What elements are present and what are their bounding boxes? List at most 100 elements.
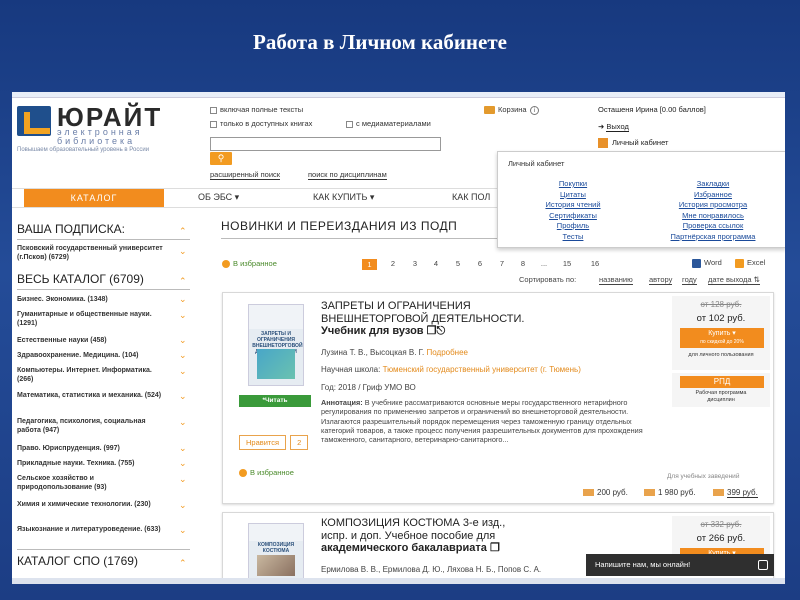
menu-item-favorites[interactable]: Избранное <box>658 190 768 201</box>
site-logo[interactable]: ЮРАЙТ электронная библиотека Повышаем обр… <box>17 102 207 153</box>
nav-how-to-buy[interactable]: КАК КУПИТЬ ▾ <box>313 192 374 203</box>
catalog-item[interactable]: Естественные науки (458) <box>17 336 167 345</box>
menu-item-purchases[interactable]: Покупки <box>528 179 618 190</box>
personal-cabinet-button[interactable]: Личный кабинет <box>598 138 668 149</box>
browser-toolbar <box>12 92 785 98</box>
buy-button[interactable]: Купить ▾ по скидкой до 20% <box>680 328 764 348</box>
menu-item-tests[interactable]: Тесты <box>528 232 618 243</box>
copy-icon[interactable]: ❐ <box>427 325 437 337</box>
subscription-item[interactable]: Псковский государственный университет (г… <box>17 244 167 262</box>
export-word[interactable]: Word <box>692 258 722 268</box>
chevron-down-icon[interactable]: ⌄ <box>179 295 188 304</box>
chevron-down-icon[interactable]: ⌄ <box>179 351 188 360</box>
price-option[interactable]: 1 980 руб. <box>644 488 696 497</box>
page-16[interactable]: 16 <box>588 259 602 268</box>
rpd-button[interactable]: РПД <box>680 376 764 388</box>
page-1[interactable]: 1 <box>362 259 377 270</box>
search-input[interactable] <box>210 137 441 151</box>
personal-use-note: для личного пользования <box>688 352 754 358</box>
chevron-down-icon[interactable]: ⌄ <box>179 501 188 510</box>
advanced-search-link[interactable]: расширенный поиск <box>210 170 281 180</box>
catalog-item[interactable]: Гуманитарные и общественные науки. (1291… <box>17 310 167 328</box>
menu-item-link-check[interactable]: Проверка ссылок <box>658 221 768 232</box>
menu-item-profile[interactable]: Профиль <box>528 221 618 232</box>
menu-item-liked[interactable]: Мне понравилось <box>658 211 768 222</box>
catalog-item[interactable]: Здравоохранение. Медицина. (104) <box>17 351 167 360</box>
book-title[interactable]: КОМПОЗИЦИЯ КОСТЮМА 3-е изд., испр. и доп… <box>321 517 505 555</box>
catalog-item[interactable]: Компьютеры. Интернет. Информатика. (266) <box>17 366 167 384</box>
page-15[interactable]: 15 <box>560 259 574 268</box>
divider <box>17 289 190 290</box>
page-6[interactable]: 6 <box>475 259 485 268</box>
menu-item-certificates[interactable]: Сертификаты <box>528 211 618 222</box>
read-button[interactable]: *Читать <box>239 395 311 407</box>
chevron-down-icon[interactable]: ⌄ <box>179 444 188 453</box>
sort-by-year[interactable]: году <box>682 275 697 285</box>
catalog-item[interactable]: Прикладные науки. Техника. (755) <box>17 459 167 468</box>
search-icon: ⚲ <box>217 153 225 163</box>
menu-item-partner-program[interactable]: Партнёрская программа <box>658 232 768 243</box>
catalog-item[interactable]: Право. Юриспруденция. (997) <box>17 444 167 453</box>
user-name: Осташеня Ирина [0.00 баллов] <box>598 105 706 114</box>
chevron-up-icon[interactable]: ⌃ <box>179 227 188 236</box>
page-5[interactable]: 5 <box>453 259 463 268</box>
sort-by-title[interactable]: названию <box>599 275 633 285</box>
catalog-item[interactable]: Языкознание и литературоведение. (633) <box>17 525 167 534</box>
logout-link[interactable]: ➜ Выход <box>598 122 629 132</box>
full-text-checkbox[interactable]: включая полные тексты <box>210 105 303 114</box>
chevron-down-icon[interactable]: ⌄ <box>179 336 188 345</box>
chevron-down-icon[interactable]: ⌄ <box>179 475 188 484</box>
book-cover[interactable]: ЗАПРЕТЫ И ОГРАНИЧЕНИЯ ВНЕШНЕТОРГОВОЙ ДЕЯ… <box>248 304 304 386</box>
book-card: ЗАПРЕТЫ И ОГРАНИЧЕНИЯ ВНЕШНЕТОРГОВОЙ ДЕЯ… <box>222 292 774 504</box>
book-cover[interactable]: КОМПОЗИЦИЯ КОСТЮМА <box>248 523 304 581</box>
audio-icon[interactable]: ⎋ <box>436 325 445 337</box>
catalog-item[interactable]: Сельское хозяйство и природопользование … <box>17 474 167 492</box>
school-link[interactable]: Тюменский государственный университет (г… <box>383 365 581 374</box>
details-link[interactable]: Подробнее <box>427 348 469 357</box>
menu-item-view-history[interactable]: История просмотра <box>658 200 768 211</box>
chevron-down-icon[interactable]: ⌄ <box>179 367 188 376</box>
available-books-checkbox[interactable]: только в доступных книгах <box>210 119 312 128</box>
nav-catalog[interactable]: КАТАЛОГ <box>24 189 164 207</box>
book-title[interactable]: ЗАПРЕТЫ И ОГРАНИЧЕНИЯ ВНЕШНЕТОРГОВОЙ ДЕЯ… <box>321 300 524 338</box>
page-4[interactable]: 4 <box>431 259 441 268</box>
page-2[interactable]: 2 <box>388 259 398 268</box>
search-button[interactable]: ⚲ <box>210 152 232 165</box>
info-icon[interactable]: i <box>530 106 539 115</box>
chevron-down-icon[interactable]: ⌄ <box>179 526 188 535</box>
catalog-item[interactable]: Бизнес. Экономика. (1348) <box>17 295 167 304</box>
like-button[interactable]: Нравится 2 <box>239 435 312 450</box>
chevron-down-icon[interactable]: ⌄ <box>179 392 188 401</box>
catalog-item[interactable]: Педагогика, психология, социальная работ… <box>17 417 167 435</box>
chevron-up-icon[interactable]: ⌃ <box>179 277 188 286</box>
chevron-down-icon[interactable]: ⌄ <box>179 459 188 468</box>
nav-how-to-get[interactable]: КАК ПОЛ <box>452 192 490 202</box>
page-8[interactable]: 8 <box>518 259 528 268</box>
add-all-favorites[interactable]: В избранное <box>222 259 277 269</box>
price-option[interactable]: 399 руб. <box>713 488 758 498</box>
page-7[interactable]: 7 <box>497 259 507 268</box>
price-option[interactable]: 200 руб. <box>583 488 628 497</box>
discipline-search-link[interactable]: поиск по дисциплинам <box>308 170 387 180</box>
chevron-down-icon[interactable]: ⌄ <box>179 247 188 256</box>
chevron-up-icon[interactable]: ⌃ <box>179 559 188 568</box>
page-3[interactable]: 3 <box>410 259 420 268</box>
sort-by-author[interactable]: автору <box>649 275 673 285</box>
cart-button[interactable]: Корзина <box>484 105 527 115</box>
online-chat-widget[interactable]: Напишите нам, мы онлайн! <box>586 554 774 576</box>
media-checkbox[interactable]: с медиаматериалами <box>346 119 431 128</box>
menu-item-reading-history[interactable]: История чтений <box>528 200 618 211</box>
sort-by-date[interactable]: дате выхода ⇅ <box>708 275 760 285</box>
nav-about-ebs[interactable]: ОБ ЭБС ▾ <box>198 192 239 203</box>
catalog-item[interactable]: Математика, статистика и механика. (524) <box>17 391 167 400</box>
copy-icon[interactable]: ❐ <box>490 542 500 554</box>
catalog-item[interactable]: Химия и химические технологии. (230) <box>17 500 167 509</box>
chevron-down-icon[interactable]: ⌄ <box>179 311 188 320</box>
chevron-down-icon[interactable]: ⌄ <box>179 418 188 427</box>
horizontal-scrollbar[interactable] <box>12 578 785 584</box>
menu-item-bookmarks[interactable]: Закладки <box>658 179 768 190</box>
menu-item-quotes[interactable]: Цитаты <box>528 190 618 201</box>
add-to-favorites[interactable]: В избранное <box>239 468 294 478</box>
export-excel[interactable]: Excel <box>735 258 765 268</box>
logo-tagline: Повышаем образовательный уровень в Росси… <box>17 147 150 153</box>
